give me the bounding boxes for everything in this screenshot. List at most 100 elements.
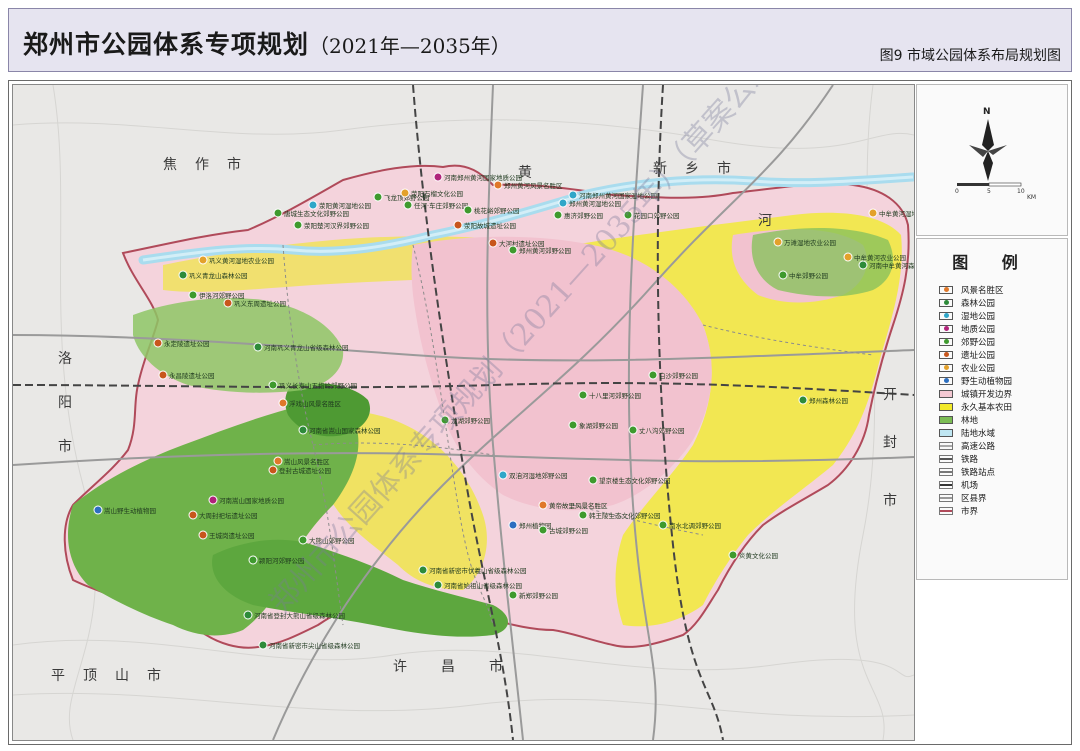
park-label: 惠济郊野公园: [564, 211, 603, 220]
legend-item: 野生动植物园: [939, 374, 1012, 387]
park-marker[interactable]: 郑州黄河湿地公园: [558, 198, 621, 208]
park-marker-icon: [508, 590, 518, 600]
legend-point-icon: [939, 337, 953, 346]
legend-item: 湿地公园: [939, 309, 1012, 322]
park-marker-icon: [778, 270, 788, 280]
legend-item: 林地: [939, 413, 1012, 426]
park-marker[interactable]: 登封古城遗址公园: [268, 465, 331, 475]
park-marker[interactable]: 河南省新密市尖山省级森林公园: [258, 640, 360, 650]
legend-label: 城镇开发边界: [961, 389, 1013, 400]
legend-label: 林地: [961, 415, 979, 426]
park-marker-icon: [298, 425, 308, 435]
park-marker[interactable]: 南水北调郊野公园: [658, 520, 721, 530]
park-marker[interactable]: 望京楼生态文化郊野公园: [588, 475, 671, 485]
legend-item: 农业公园: [939, 361, 1012, 374]
legend-label: 机场: [961, 480, 979, 491]
legend-item: 市界: [939, 504, 1012, 517]
compass-box: N 0 5 10 KM: [916, 84, 1068, 236]
park-label: 永定陵遗址公园: [164, 339, 210, 348]
park-marker[interactable]: 十八里河郊野公园: [578, 390, 641, 400]
park-marker-icon: [188, 290, 198, 300]
park-label: 河南郑州黄河国家地质公园: [444, 173, 522, 182]
park-marker-icon: [553, 210, 563, 220]
legend-line-symbol: [939, 506, 953, 515]
legend-label: 陆地水域: [961, 428, 996, 439]
park-marker[interactable]: 浮戏山风景名胜区: [278, 398, 342, 408]
park-marker[interactable]: 黄帝故里风景名胜区: [538, 500, 608, 510]
park-label: 巩义长寿山五指岭郊野公园: [279, 381, 357, 390]
park-marker[interactable]: 荥阳楚河汉界郊野公园: [293, 220, 369, 230]
park-marker[interactable]: 郑州黄河郊野公园: [508, 245, 571, 255]
park-marker[interactable]: 郑州黄河风景名胜区: [493, 180, 563, 190]
park-label: 南水北调郊野公园: [669, 521, 721, 530]
park-marker-icon: [418, 565, 428, 575]
park-marker[interactable]: 韩王陵生态文化郊野公园: [578, 510, 661, 520]
park-marker-icon: [208, 495, 218, 505]
legend-fill-swatch: [939, 415, 953, 424]
legend-label: 森林公园: [961, 298, 996, 309]
legend-label: 野生动植物园: [961, 376, 1013, 387]
park-marker-icon: [243, 610, 253, 620]
park-label: 郑州森林公园: [809, 396, 848, 405]
park-label: 河南省新密市尖山省级森林公园: [269, 641, 360, 650]
legend-label: 区县界: [961, 493, 987, 504]
park-marker[interactable]: 任河·车庄郊野公园: [403, 200, 468, 210]
park-marker-icon: [843, 252, 853, 262]
title-years: （2021年—2035年）: [309, 34, 511, 58]
compass-rose-icon: [957, 119, 1022, 187]
park-marker-icon: [433, 172, 443, 182]
figure-title: 图9 市域公园体系布局规划图: [879, 48, 1061, 64]
legend-point-icon: [939, 350, 953, 359]
park-marker[interactable]: 巩义长寿山五指岭郊野公园: [268, 380, 357, 390]
park-marker[interactable]: 巩义青龙山森林公园: [178, 270, 248, 280]
park-marker[interactable]: 巩义黄河湿地农业公园: [198, 255, 274, 265]
park-label: 桃花峪郊野公园: [474, 206, 520, 215]
legend-item: 陆地水域: [939, 426, 1012, 439]
park-marker-icon: [453, 220, 463, 230]
park-marker[interactable]: 荥阳黄河湿地公园: [308, 200, 371, 210]
park-marker[interactable]: 大周封祀坛遗址公园: [188, 510, 258, 520]
legend-line-symbol: [939, 441, 953, 450]
park-marker-icon: [858, 260, 868, 270]
park-label: 巩义黄河湿地农业公园: [209, 256, 274, 265]
scale-unit: KM: [1027, 194, 1037, 201]
park-marker[interactable]: 河南巩义青龙山省级森林公园: [253, 342, 349, 352]
park-marker[interactable]: 河南省新密市伏羲山省级森林公园: [418, 565, 527, 575]
title-text: 郑州市公园体系专项规划: [23, 30, 310, 59]
park-marker-icon: [268, 380, 278, 390]
legend-line-symbol: [939, 454, 953, 463]
park-label: 河南省新密市伏羲山省级森林公园: [429, 566, 527, 575]
park-label: 韩王陵生态文化郊野公园: [589, 511, 661, 520]
legend-label: 风景名胜区: [961, 285, 1004, 296]
park-marker[interactable]: 河南省始祖山省级森林公园: [433, 580, 522, 590]
park-label: 郑州黄河风景名胜区: [504, 181, 563, 190]
park-marker[interactable]: 巩义东周遗址公园: [223, 298, 286, 308]
park-marker[interactable]: 嵩山野生动植物园: [93, 505, 156, 515]
park-marker-icon: [223, 298, 233, 308]
region-label: 河: [758, 213, 774, 229]
park-marker[interactable]: 双洎河湿地郊野公园: [498, 470, 568, 480]
park-marker[interactable]: 河南省嵩山国家森林公园: [298, 425, 381, 435]
park-marker-icon: [273, 456, 283, 466]
park-marker[interactable]: 荥阳故城遗址公园: [453, 220, 516, 230]
park-label: 河南省登封大熊山省级森林公园: [254, 611, 345, 620]
park-marker[interactable]: 万滩湿地农业公园: [773, 237, 836, 247]
park-marker-icon: [293, 220, 303, 230]
park-marker-icon: [868, 208, 878, 218]
park-marker[interactable]: 荥阳石榴文化公园: [400, 188, 463, 198]
park-label: 巩义东周遗址公园: [234, 299, 286, 308]
scale-tick: 5: [987, 188, 991, 195]
legend-item: 郊野公园: [939, 335, 1012, 348]
park-marker-icon: [308, 200, 318, 210]
park-marker[interactable]: 河南嵩山国家地质公园: [208, 495, 284, 505]
legend-label: 高速公路: [961, 441, 996, 452]
side-panel: N 0 5 10 KM 图 例 风景名胜区 森林公园 湿地公园 地质公园 郊野公园 遗址公…: [916, 84, 1068, 739]
park-label: 浮戏山风景名胜区: [289, 399, 342, 408]
map-panel[interactable]: 焦 作 市 新 乡 市 洛 阳 市 开 封 市 平 顶 山 市 许 昌 市 黄 …: [12, 84, 915, 741]
park-marker[interactable]: 河南郑州黄河国家地质公园: [433, 172, 522, 182]
legend-fill-swatch: [939, 402, 953, 411]
park-marker-icon: [498, 470, 508, 480]
park-marker[interactable]: 中牟黄河农业公园: [843, 252, 906, 262]
park-marker[interactable]: 唐城生态文化郊野公园: [273, 208, 349, 218]
legend-line-symbol: [939, 480, 953, 489]
